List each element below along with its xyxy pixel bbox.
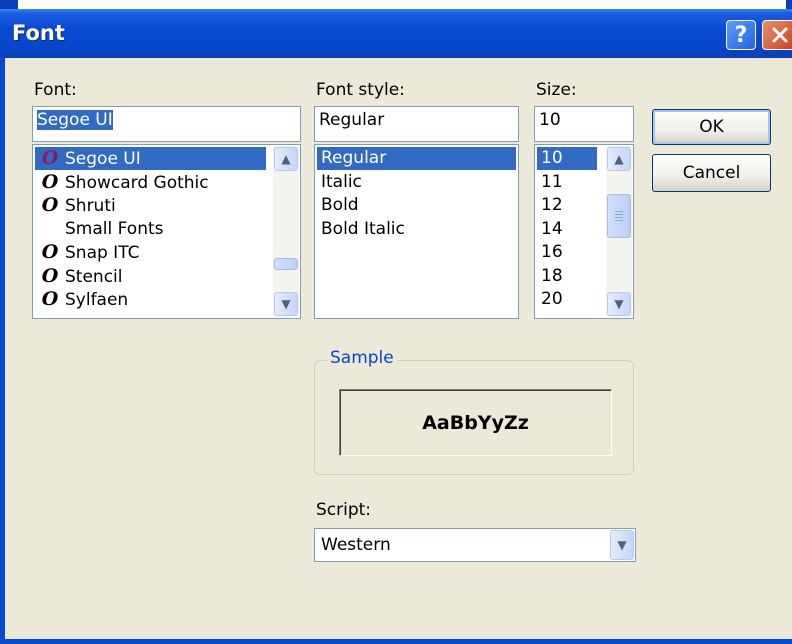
chevron-up-icon: ▲	[281, 152, 291, 166]
opentype-icon: O	[41, 241, 59, 263]
script-label: Script:	[316, 500, 372, 520]
size-list-item[interactable]: 10	[537, 147, 597, 170]
chevron-down-icon: ▼	[617, 538, 627, 552]
sample-preview: AaBbYyZz	[339, 389, 612, 456]
list-item-label: Small Fonts	[65, 218, 164, 239]
list-item-label: Snap ITC	[65, 243, 140, 263]
font-style-list-item[interactable]: Italic	[317, 171, 516, 194]
list-item-label: 16	[541, 242, 563, 262]
script-select[interactable]: Western ▼	[314, 528, 636, 562]
font-style-list-item[interactable]: Regular	[317, 147, 516, 170]
opentype-icon: O	[41, 288, 59, 310]
scroll-down-button[interactable]: ▼	[274, 292, 298, 316]
script-dropdown-button[interactable]: ▼	[610, 530, 634, 560]
font-style-list-item[interactable]: Bold	[317, 194, 516, 217]
opentype-icon: O	[41, 147, 59, 169]
size-input[interactable]: 10	[534, 106, 634, 142]
opentype-icon: O	[41, 264, 59, 287]
list-item-label: Bold	[321, 195, 359, 215]
opentype-icon: O	[41, 194, 59, 216]
list-item-label: Showcard Gothic	[65, 172, 209, 193]
cancel-button[interactable]: Cancel	[652, 154, 771, 192]
opentype-icon: O	[41, 170, 59, 193]
list-item-label: Italic	[321, 171, 362, 192]
close-button[interactable]	[762, 20, 792, 50]
font-style-label: Font style:	[316, 80, 405, 100]
font-label: Font:	[34, 80, 77, 100]
size-list-item[interactable]: 20	[537, 288, 597, 311]
sample-label: Sample	[327, 348, 397, 368]
list-item-label: Shruti	[65, 196, 116, 216]
background-window-strip	[0, 0, 792, 9]
font-list-item[interactable]: O Showcard Gothic	[35, 171, 266, 194]
font-list-item[interactable]: O Sylfaen	[35, 288, 266, 311]
script-value: Western	[321, 535, 391, 555]
list-item-label: 14	[541, 218, 563, 239]
help-button[interactable]: ?	[726, 20, 756, 50]
dialog-title: Font	[12, 21, 65, 45]
size-list-item[interactable]: 11	[537, 171, 597, 194]
scroll-up-button[interactable]: ▲	[274, 147, 298, 171]
scroll-thumb[interactable]	[274, 258, 298, 270]
scroll-thumb[interactable]	[607, 194, 631, 238]
font-style-list[interactable]: Regular Italic Bold Bold Italic	[314, 144, 519, 319]
list-item-label: Regular	[321, 148, 387, 168]
grip-icon	[615, 211, 623, 212]
size-list-item[interactable]: 18	[537, 265, 597, 288]
font-style-list-item[interactable]: Bold Italic	[317, 218, 516, 241]
list-item-label: 11	[541, 171, 563, 192]
font-name-input[interactable]: Segoe UI	[32, 106, 301, 142]
window-frame-bottom	[0, 639, 792, 644]
font-list-item[interactable]: O Snap ITC	[35, 241, 266, 264]
font-list-item[interactable]: O Shruti	[35, 194, 266, 217]
font-style-input[interactable]: Regular	[314, 106, 519, 142]
size-label: Size:	[536, 80, 577, 100]
size-list-item[interactable]: 14	[537, 218, 597, 241]
font-list-item[interactable]: O Stencil	[35, 265, 266, 288]
size-list-item[interactable]: 12	[537, 194, 597, 217]
window-frame-left	[0, 58, 5, 644]
font-name-value: Segoe UI	[37, 110, 113, 130]
close-icon	[772, 27, 788, 43]
size-list-scrollbar[interactable]: ▲ ▼	[606, 146, 632, 317]
list-item-label: 18	[541, 265, 563, 286]
font-list[interactable]: ▲ ▼ O Segoe UI O Showcard Gothic O Shruti Smal…	[32, 144, 301, 319]
list-item-label: Sylfaen	[65, 290, 129, 310]
ok-button[interactable]: OK	[652, 109, 771, 145]
font-style-value: Regular	[319, 110, 385, 130]
list-item-label: 10	[541, 148, 563, 168]
chevron-up-icon: ▲	[614, 152, 624, 166]
list-item-label: Bold Italic	[321, 218, 405, 239]
chevron-down-icon: ▼	[281, 297, 291, 311]
font-list-item[interactable]: Small Fonts	[35, 218, 266, 241]
scroll-down-button[interactable]: ▼	[607, 292, 631, 316]
list-item-label: Segoe UI	[65, 149, 141, 169]
chevron-down-icon: ▼	[614, 297, 624, 311]
size-list[interactable]: ▲ ▼ 10 11 12 14 16 18 20	[534, 144, 634, 319]
font-list-scrollbar[interactable]: ▲ ▼	[273, 146, 299, 317]
scroll-up-button[interactable]: ▲	[607, 147, 631, 171]
list-item-label: 20	[541, 289, 563, 309]
title-bar[interactable]: Font ?	[0, 9, 792, 58]
list-item-label: 12	[541, 195, 563, 215]
size-value: 10	[539, 110, 561, 130]
size-list-item[interactable]: 16	[537, 241, 597, 264]
list-item-label: Stencil	[65, 266, 123, 287]
font-list-item[interactable]: O Segoe UI	[35, 147, 266, 170]
question-mark-icon: ?	[734, 22, 748, 48]
